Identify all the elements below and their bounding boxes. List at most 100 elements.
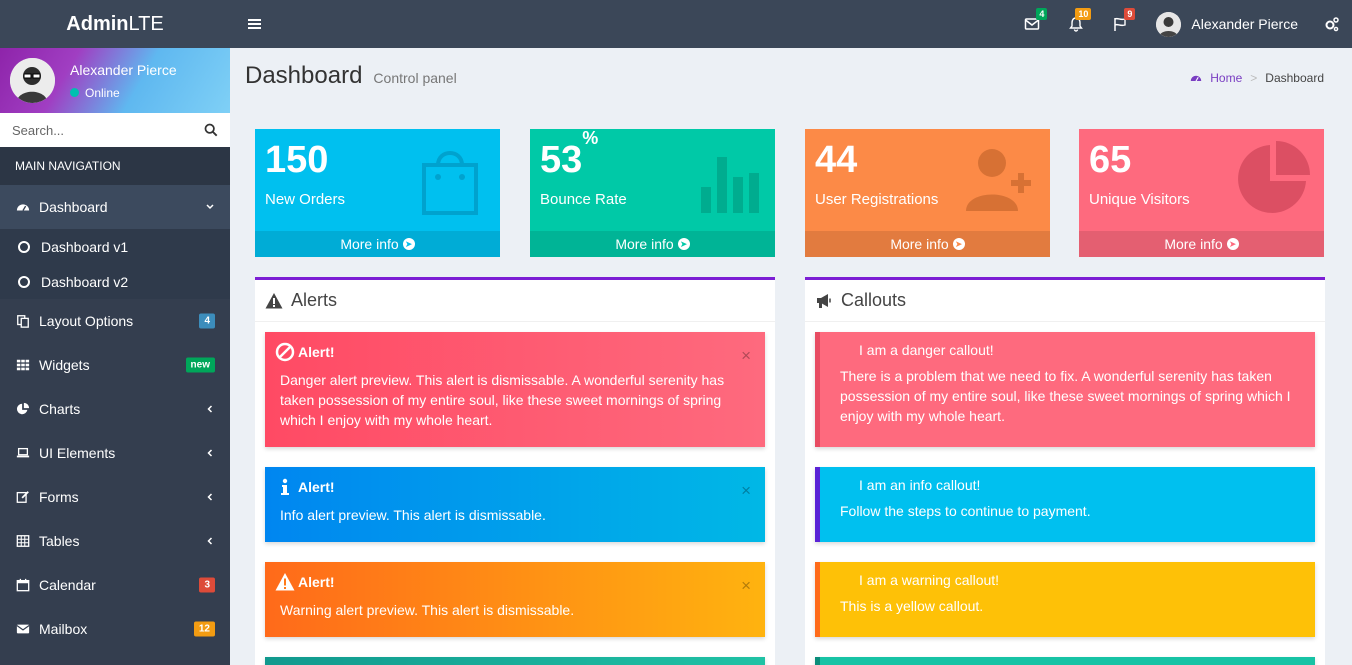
more-info-link[interactable]: More info ➤ — [255, 231, 500, 257]
callouts-panel: Callouts I am a danger callout! There is… — [805, 277, 1325, 665]
stat-value: 53% — [540, 129, 599, 181]
calendar-icon — [15, 577, 31, 593]
callout-success — [815, 657, 1315, 665]
widgets-new-badge: new — [185, 357, 215, 373]
stat-value: 150 — [265, 139, 329, 181]
main-header: Admin LTE 4 10 9 Alexander Pierce — [0, 0, 1352, 48]
more-info-link[interactable]: More info ➤ — [805, 231, 1050, 257]
arrow-circle-right-icon: ➤ — [402, 238, 415, 250]
sidebar-item-charts[interactable]: Charts — [0, 387, 230, 431]
callout-text: This is a yellow callout. — [840, 598, 984, 614]
sidebar-item-dashboard-v2[interactable]: Dashboard v2 — [0, 264, 230, 299]
sidebar-item-layout-options[interactable]: Layout Options 4 — [0, 299, 230, 343]
panel-header: Callouts — [805, 280, 1325, 322]
breadcrumb-home-link[interactable]: Home — [1190, 71, 1242, 85]
app-logo[interactable]: Admin LTE — [0, 0, 230, 48]
pie-chart-icon — [15, 401, 31, 417]
messages-menu-button[interactable]: 4 — [1010, 0, 1054, 48]
alerts-panel: Alerts Alert! Danger alert preview. This… — [255, 277, 775, 665]
sidebar-item-calendar[interactable]: Calendar 3 — [0, 563, 230, 607]
sidebar-item-dashboard-v1[interactable]: Dashboard v1 — [0, 229, 230, 264]
sidebar-item-forms[interactable]: Forms — [0, 475, 230, 519]
breadcrumb-separator: > — [1250, 71, 1258, 85]
stat-label: User Registrations — [815, 191, 939, 208]
alert-success — [265, 657, 765, 665]
gears-icon — [1325, 17, 1339, 32]
messages-count-badge: 4 — [1036, 8, 1048, 20]
dashboard-submenu: Dashboard v1 Dashboard v2 — [0, 229, 230, 299]
callout-title: I am a danger callout! — [859, 342, 994, 358]
layout-options-badge: 4 — [199, 313, 215, 329]
callout-text: There is a problem that we need to fix. … — [840, 368, 1291, 424]
mailbox-badge: 12 — [193, 621, 215, 637]
stat-box-bounce-rate: 53% Bounce Rate More info ➤ — [530, 129, 775, 257]
avatar — [1156, 11, 1182, 37]
breadcrumb: Home > Dashboard — [1190, 71, 1324, 85]
sidebar-search-form — [0, 113, 230, 147]
user-menu-button[interactable]: Alexander Pierce — [1142, 11, 1312, 37]
close-icon[interactable]: × — [741, 481, 751, 501]
alert-text: Info alert preview. This alert is dismis… — [280, 507, 546, 523]
callout-title: I am an info callout! — [859, 477, 981, 493]
chevron-left-icon — [205, 445, 215, 461]
stat-box-unique-visitors: 65 Unique Visitors More info ➤ — [1079, 129, 1324, 257]
alert-text: Danger alert preview. This alert is dism… — [280, 372, 725, 428]
alert-info: Alert! Info alert preview. This alert is… — [265, 467, 765, 542]
pie-chart-icon — [1238, 141, 1310, 213]
sidebar-item-ui-elements[interactable]: UI Elements — [0, 431, 230, 475]
info-icon — [281, 478, 289, 495]
alert-text: Warning alert preview. This alert is dis… — [280, 602, 575, 618]
sidebar-item-mailbox[interactable]: Mailbox 12 — [0, 607, 230, 651]
chevron-down-icon — [205, 200, 215, 215]
stat-box-new-orders: 150 New Orders More info ➤ — [255, 129, 500, 257]
stat-box-user-registrations: 44 User Registrations More info ➤ — [805, 129, 1050, 257]
alert-title: Alert! — [275, 342, 750, 362]
circle-icon — [18, 240, 30, 253]
avatar — [10, 58, 55, 103]
user-add-icon — [966, 149, 1031, 211]
sidebar-toggle-button[interactable] — [234, 0, 274, 48]
breadcrumb-current: Dashboard — [1265, 71, 1324, 85]
stat-label: New Orders — [265, 191, 346, 208]
stat-label: Unique Visitors — [1089, 191, 1190, 208]
close-icon[interactable]: × — [741, 576, 751, 596]
dashboard-icon — [15, 199, 31, 215]
dashboard-icon — [1191, 75, 1202, 82]
bullhorn-icon — [817, 293, 831, 308]
sidebar-item-tables[interactable]: Tables — [0, 519, 230, 563]
page-title: Dashboard — [245, 62, 363, 89]
content-header: Dashboard Control panel — [245, 62, 457, 90]
notifications-menu-button[interactable]: 10 — [1054, 0, 1098, 48]
more-info-link[interactable]: More info ➤ — [530, 231, 775, 257]
close-icon[interactable]: × — [741, 346, 751, 366]
hamburger-icon — [247, 23, 261, 25]
arrow-circle-right-icon: ➤ — [952, 238, 965, 250]
alert-warning: Alert! Warning alert preview. This alert… — [265, 562, 765, 637]
chevron-left-icon — [205, 401, 215, 417]
callout-warning: I am a warning callout! This is a yellow… — [815, 562, 1315, 637]
warning-icon — [265, 292, 283, 308]
chevron-left-icon — [205, 489, 215, 505]
tasks-count-badge: 9 — [1124, 8, 1136, 20]
online-dot-icon — [70, 88, 79, 97]
nav-header: MAIN NAVIGATION — [0, 147, 230, 185]
arrow-circle-right-icon: ➤ — [677, 238, 690, 250]
sidebar-user-name: Alexander Pierce — [70, 61, 177, 78]
control-sidebar-button[interactable] — [1312, 0, 1352, 48]
circle-icon — [18, 275, 30, 288]
files-icon — [15, 313, 31, 329]
sidebar-item-widgets[interactable]: Widgets new — [0, 343, 230, 387]
shopping-bag-icon — [422, 151, 478, 215]
callout-danger: I am a danger callout! There is a proble… — [815, 332, 1315, 447]
alert-title: Alert! — [275, 572, 750, 592]
more-info-link[interactable]: More info ➤ — [1079, 231, 1324, 257]
calendar-badge: 3 — [199, 577, 215, 593]
header-user-name: Alexander Pierce — [1191, 16, 1298, 32]
tasks-menu-button[interactable]: 9 — [1098, 0, 1142, 48]
content-wrapper: Dashboard Control panel Home > Dashboard… — [230, 48, 1352, 665]
sidebar-search-input[interactable] — [12, 122, 192, 138]
chevron-left-icon — [205, 533, 215, 549]
search-icon[interactable] — [204, 123, 218, 137]
sidebar-item-dashboard[interactable]: Dashboard — [0, 185, 230, 229]
panel-header: Alerts — [255, 280, 775, 322]
